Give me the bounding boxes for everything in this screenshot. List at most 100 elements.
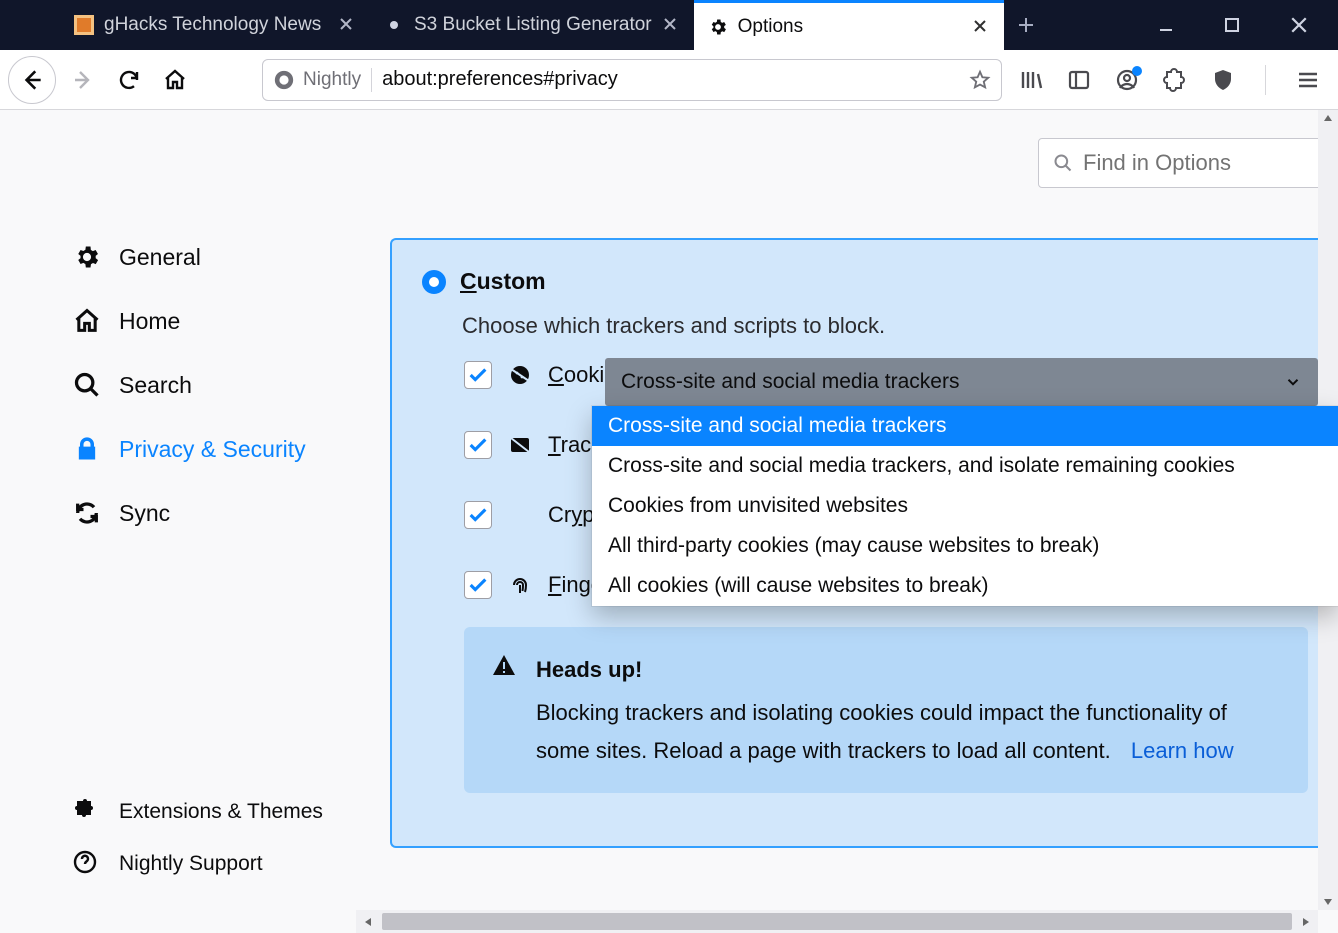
bookmark-star-icon[interactable]	[969, 69, 991, 91]
checkbox-tracking[interactable]	[464, 431, 492, 459]
sidebar-item-label: Sync	[119, 500, 170, 527]
category-sidebar: General Home Search Privacy & Security S…	[0, 110, 390, 910]
library-icon[interactable]	[1019, 68, 1043, 92]
extension-icon[interactable]	[1163, 68, 1187, 92]
dropdown-option[interactable]: Cross-site and social media trackers, an…	[592, 446, 1338, 486]
sidebar-item-search[interactable]: Search	[65, 353, 390, 417]
scroll-down-arrow-icon[interactable]	[1318, 894, 1338, 910]
tab-strip: gHacks Technology News S3 Bucket Listing…	[0, 0, 1048, 50]
favicon-generic	[384, 15, 404, 35]
tab-s3[interactable]: S3 Bucket Listing Generator	[370, 0, 694, 50]
nav-toolbar: Nightly about:preferences#privacy	[0, 50, 1338, 110]
main-content: Find in Options Custom Choose which trac…	[390, 110, 1338, 910]
new-tab-button[interactable]	[1004, 0, 1048, 50]
sidebar-icon[interactable]	[1067, 68, 1091, 92]
cookie-icon	[508, 363, 532, 387]
select-current: Cross-site and social media trackers	[621, 370, 959, 394]
help-icon	[73, 850, 101, 878]
scroll-left-arrow-icon[interactable]	[356, 910, 380, 933]
sidebar-item-home[interactable]: Home	[65, 289, 390, 353]
sidebar-item-label: Search	[119, 372, 192, 399]
search-icon	[73, 371, 101, 399]
sidebar-item-label: General	[119, 244, 201, 271]
separator	[1265, 65, 1266, 95]
close-icon[interactable]	[662, 16, 680, 34]
tab-ghacks[interactable]: gHacks Technology News	[60, 0, 370, 50]
maximize-button[interactable]	[1224, 17, 1240, 33]
titlebar: gHacks Technology News S3 Bucket Listing…	[0, 0, 1338, 50]
scrollbar-thumb[interactable]	[382, 913, 1292, 930]
custom-tracking-panel: Custom Choose which trackers and scripts…	[390, 238, 1338, 848]
dropdown-option[interactable]: Cross-site and social media trackers	[592, 406, 1338, 446]
sidebar-bottom: Extensions & Themes Nightly Support	[65, 786, 390, 910]
favicon-ghacks	[74, 15, 94, 35]
preferences-page: General Home Search Privacy & Security S…	[0, 110, 1338, 910]
close-icon[interactable]	[338, 16, 356, 34]
radio-label-rest: ustom	[477, 268, 546, 294]
sidebar-item-general[interactable]: General	[65, 225, 390, 289]
scroll-right-arrow-icon[interactable]	[1294, 910, 1318, 933]
panel-description: Choose which trackers and scripts to blo…	[462, 313, 1308, 339]
forward-button[interactable]	[64, 61, 102, 99]
firefox-icon	[273, 69, 295, 91]
placeholder-text: Find in Options	[1083, 150, 1231, 176]
home-button[interactable]	[156, 61, 194, 99]
sidebar-item-label: Nightly Support	[119, 852, 263, 876]
sidebar-item-support[interactable]: Nightly Support	[65, 838, 390, 890]
checkbox-crypto[interactable]	[464, 501, 492, 529]
cookies-select[interactable]: Cross-site and social media trackers	[605, 358, 1318, 406]
crypto-icon	[508, 503, 532, 527]
callout-title: Heads up!	[536, 651, 1280, 688]
tab-label: S3 Bucket Listing Generator	[414, 14, 652, 36]
scroll-up-arrow-icon[interactable]	[1318, 110, 1338, 126]
identity-label: Nightly	[303, 69, 361, 91]
radio-custom[interactable]	[422, 270, 446, 294]
dropdown-option[interactable]: All third-party cookies (may cause websi…	[592, 526, 1338, 566]
heads-up-callout: Heads up! Blocking trackers and isolatin…	[464, 627, 1308, 793]
home-icon	[73, 307, 101, 335]
cookies-select-dropdown: Cross-site and social media trackers Cro…	[592, 406, 1338, 606]
radio-label: Custom	[460, 268, 546, 295]
callout-text: Blocking trackers and isolating cookies …	[536, 700, 1227, 762]
tab-label: Options	[738, 16, 962, 38]
separator	[371, 68, 372, 92]
lock-icon	[73, 435, 101, 463]
sidebar-item-label: Extensions & Themes	[119, 800, 323, 824]
sidebar-item-extensions[interactable]: Extensions & Themes	[65, 786, 390, 838]
puzzle-icon	[73, 798, 101, 826]
back-button[interactable]	[8, 56, 56, 104]
tab-label: gHacks Technology News	[104, 14, 328, 36]
toolbar-right	[1019, 65, 1330, 95]
close-icon[interactable]	[972, 18, 990, 36]
fingerprint-icon	[508, 573, 532, 597]
url-bar[interactable]: Nightly about:preferences#privacy	[262, 59, 1002, 101]
sidebar-item-label: Home	[119, 308, 180, 335]
gear-icon	[708, 17, 728, 37]
close-window-button[interactable]	[1290, 16, 1308, 34]
search-icon	[1053, 153, 1073, 173]
menu-icon[interactable]	[1296, 68, 1320, 92]
window-controls	[1128, 0, 1338, 50]
reload-button[interactable]	[110, 61, 148, 99]
find-in-options-input[interactable]: Find in Options	[1038, 138, 1338, 188]
sidebar-item-privacy[interactable]: Privacy & Security	[65, 417, 390, 481]
sidebar-item-label: Privacy & Security	[119, 436, 306, 463]
checkbox-fingerprinters[interactable]	[464, 571, 492, 599]
checkbox-cookies[interactable]	[464, 361, 492, 389]
dropdown-option[interactable]: Cookies from unvisited websites	[592, 486, 1338, 526]
url-text: about:preferences#privacy	[382, 68, 959, 91]
identity-box[interactable]: Nightly	[273, 69, 361, 91]
tracking-icon	[508, 433, 532, 457]
chevron-down-icon	[1284, 373, 1302, 391]
sidebar-item-sync[interactable]: Sync	[65, 481, 390, 545]
warning-icon	[492, 653, 516, 769]
notification-dot-icon	[1132, 66, 1142, 76]
account-icon[interactable]	[1115, 68, 1139, 92]
tab-options[interactable]: Options	[694, 0, 1004, 50]
horizontal-scrollbar[interactable]	[356, 910, 1318, 933]
learn-how-link[interactable]: Learn how	[1131, 738, 1234, 763]
sync-icon	[73, 499, 101, 527]
shield-icon[interactable]	[1211, 68, 1235, 92]
dropdown-option[interactable]: All cookies (will cause websites to brea…	[592, 566, 1338, 606]
minimize-button[interactable]	[1158, 17, 1174, 33]
